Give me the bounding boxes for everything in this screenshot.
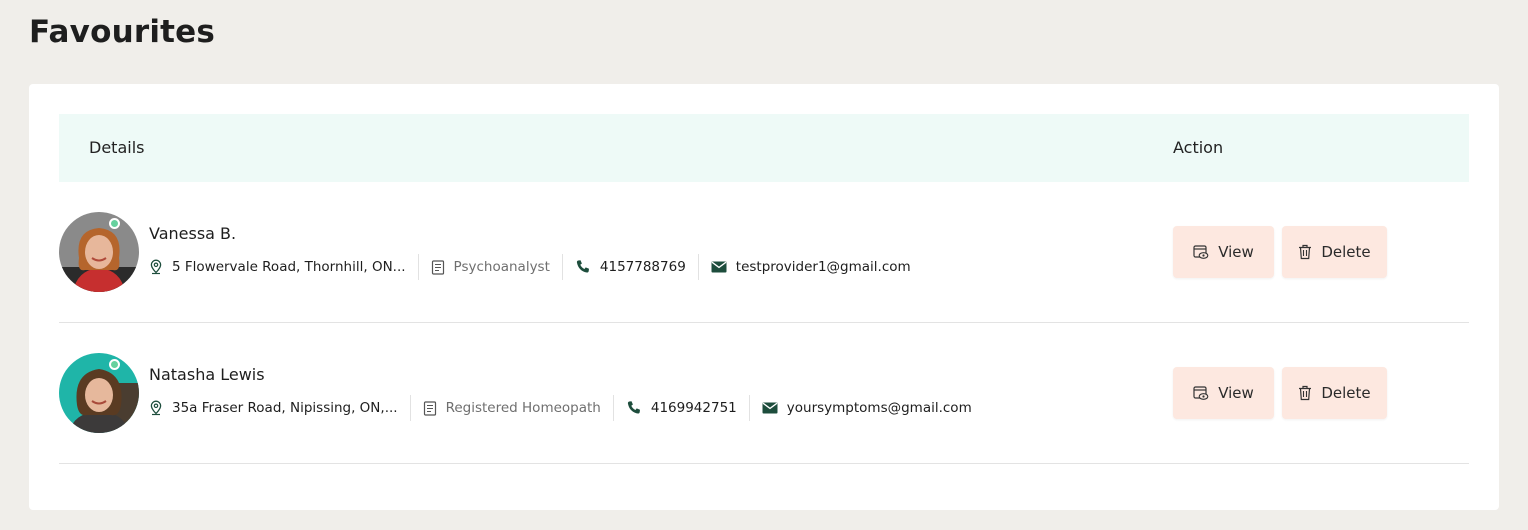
envelope-icon [762,402,778,414]
column-header-action: Action [1173,138,1224,157]
location-pin-icon [149,400,163,416]
column-header-details: Details [89,138,145,157]
table-row: Vanessa B. 5 Flowervale Road, Thornhill,… [59,182,1469,323]
avatar[interactable] [59,212,139,292]
address-item: 35a Fraser Road, Nipissing, ON,... [149,395,410,421]
provider-meta: 5 Flowervale Road, Thornhill, ON... Psyc… [149,254,923,280]
view-button[interactable]: View [1173,367,1274,419]
document-icon [423,400,437,416]
table-row: Natasha Lewis 35a Fraser Road, Nipissing… [59,323,1469,464]
delete-button[interactable]: Delete [1282,226,1387,278]
address-item: 5 Flowervale Road, Thornhill, ON... [149,254,418,280]
specialty-text: Registered Homeopath [445,400,601,416]
address-text: 5 Flowervale Road, Thornhill, ON... [172,259,406,275]
delete-button-label: Delete [1321,243,1371,261]
phone-icon [626,400,642,416]
page-title: Favourites [29,14,216,50]
avatar[interactable] [59,353,139,433]
view-button-label: View [1218,243,1254,261]
online-status-dot [109,218,120,229]
email-text: yoursymptoms@gmail.com [786,400,972,416]
address-text: 35a Fraser Road, Nipissing, ON,... [172,400,398,416]
view-eye-icon [1193,385,1209,401]
email-text: testprovider1@gmail.com [735,259,911,275]
email-item[interactable]: testprovider1@gmail.com [699,254,923,280]
email-item[interactable]: yoursymptoms@gmail.com [750,395,984,421]
view-button[interactable]: View [1173,226,1274,278]
table-header: Details Action [59,114,1469,182]
view-button-label: View [1218,384,1254,402]
envelope-icon [711,261,727,273]
phone-text: 4157788769 [599,259,686,275]
provider-meta: 35a Fraser Road, Nipissing, ON,... Regis… [149,395,984,421]
delete-button[interactable]: Delete [1282,367,1387,419]
phone-icon [575,259,591,275]
location-pin-icon [149,259,163,275]
online-status-dot [109,359,120,370]
favourites-card: Details Action Vanessa B. 5 Flowervale R… [29,84,1499,510]
view-eye-icon [1193,244,1209,260]
provider-name: Natasha Lewis [149,365,265,384]
phone-item[interactable]: 4157788769 [563,254,698,280]
document-icon [431,259,445,275]
phone-text: 4169942751 [650,400,737,416]
specialty-item: Psychoanalyst [419,254,562,280]
delete-button-label: Delete [1321,384,1371,402]
phone-item[interactable]: 4169942751 [614,395,749,421]
provider-name: Vanessa B. [149,224,237,243]
specialty-text: Psychoanalyst [453,259,550,275]
specialty-item: Registered Homeopath [411,395,613,421]
trash-icon [1298,244,1312,260]
trash-icon [1298,385,1312,401]
